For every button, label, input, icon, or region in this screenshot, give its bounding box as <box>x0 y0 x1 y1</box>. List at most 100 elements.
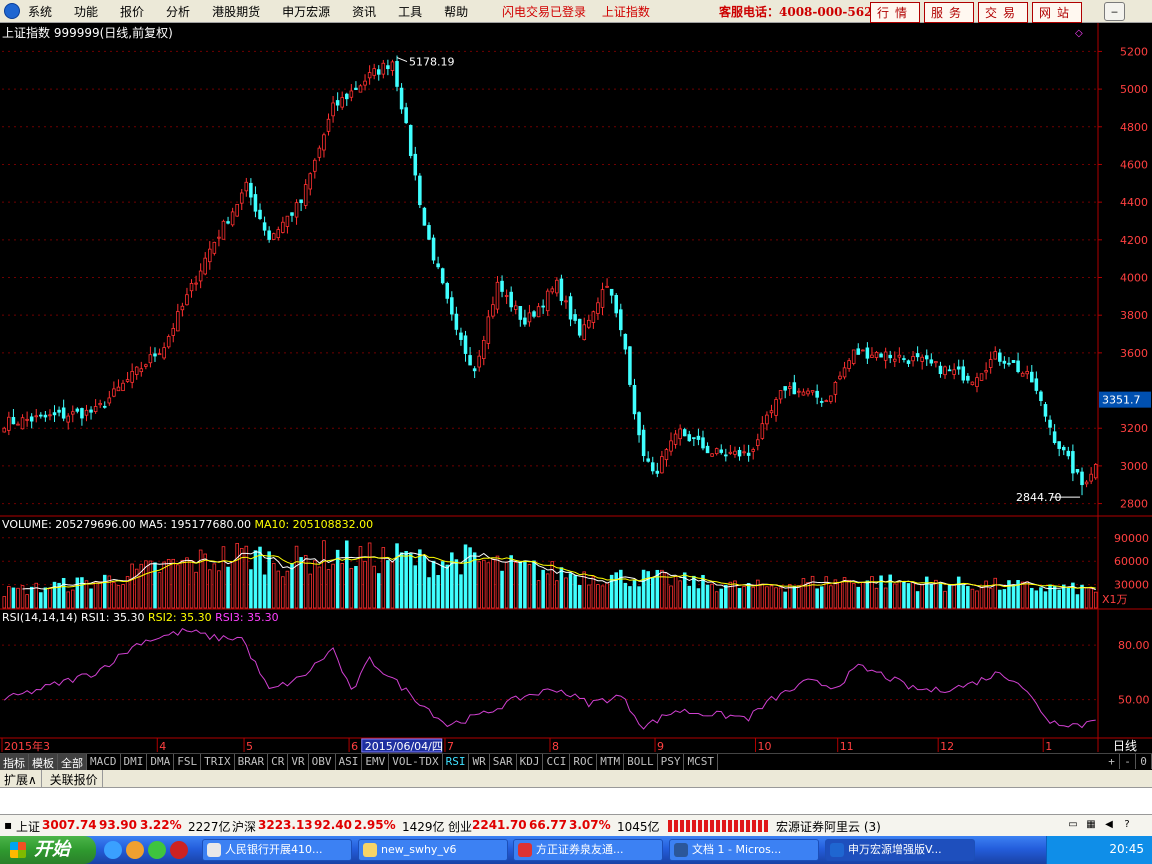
indicator-vol-tdx[interactable]: VOL-TDX <box>389 754 443 770</box>
tab-trade[interactable]: 交易 <box>978 2 1029 23</box>
candle-body <box>947 369 952 372</box>
volume-bar <box>52 581 57 609</box>
candle-body <box>952 369 956 375</box>
app-shortcut-icon[interactable] <box>170 841 188 859</box>
zoom-in-button[interactable]: + <box>1104 754 1120 769</box>
indicator-obv[interactable]: OBV <box>309 754 336 770</box>
menu-item-tools[interactable]: 工具 <box>398 3 422 20</box>
indicator-dma[interactable]: DMA <box>147 754 175 770</box>
volume-bar <box>947 584 952 609</box>
candle-body <box>856 348 861 355</box>
candle-body <box>902 358 906 360</box>
menu-item-hk-futures[interactable]: 港股期货 <box>212 3 260 20</box>
menu-item-help[interactable]: 帮助 <box>444 3 468 20</box>
menu-item-news[interactable]: 资讯 <box>352 3 376 20</box>
indicator-rsi[interactable]: RSI <box>443 754 470 770</box>
volume-bar <box>450 552 454 609</box>
sh-name[interactable]: 上证 <box>16 818 40 835</box>
indicator-kdj[interactable]: KDJ <box>517 754 544 770</box>
help-icon[interactable]: ? <box>1120 818 1134 832</box>
related-quotes-button[interactable]: 关联报价 <box>46 770 103 789</box>
volume-bar <box>692 575 696 609</box>
chart-title: 上证指数 999999(日线,前复权) <box>2 25 173 40</box>
indicator-psy[interactable]: PSY <box>658 754 685 770</box>
expand-button[interactable]: 扩展∧ <box>0 770 42 789</box>
candle-body <box>879 353 883 358</box>
candle-body <box>1034 378 1039 391</box>
volume-bar <box>486 562 491 609</box>
rsi-tick-label: 80.00 <box>1118 639 1150 652</box>
indicator-cci[interactable]: CCI <box>543 754 571 770</box>
taskbar-item-fangzheng[interactable]: 方正证券泉友通... <box>513 839 663 861</box>
candle-body <box>317 147 322 158</box>
indicator-trix[interactable]: TRIX <box>201 754 235 770</box>
candle-body <box>130 371 134 383</box>
tab-market[interactable]: 行情 <box>870 2 921 23</box>
indicator-cr[interactable]: CR <box>268 754 289 770</box>
candle-body <box>742 451 746 454</box>
menu-item-function[interactable]: 功能 <box>74 3 98 20</box>
indicator-asi[interactable]: ASI <box>336 754 363 770</box>
indicator-brar[interactable]: BRAR <box>235 754 269 770</box>
tab-website[interactable]: 网站 <box>1032 2 1083 23</box>
outlook-icon[interactable] <box>126 841 144 859</box>
candle-body <box>692 437 696 440</box>
volume-bar <box>605 582 609 609</box>
volume-bar <box>276 570 281 609</box>
candle-body <box>390 61 395 71</box>
indicator-dmi[interactable]: DMI <box>121 754 148 770</box>
broker-server[interactable]: 宏源证券阿里云 (3) <box>776 818 881 835</box>
volume-bar <box>924 576 929 609</box>
menu-item-system[interactable]: 系统 <box>28 3 52 20</box>
indicator-sar[interactable]: SAR <box>490 754 517 770</box>
volume-bar <box>737 588 742 609</box>
indicator-wr[interactable]: WR <box>469 754 490 770</box>
tab-service[interactable]: 服务 <box>924 2 975 23</box>
ie-icon[interactable] <box>104 841 122 859</box>
candle-body <box>756 439 760 446</box>
candle-body <box>1052 431 1057 444</box>
taskbar-item-swhy[interactable]: 申万宏源增强版V... <box>825 839 975 861</box>
menu-item-analysis[interactable]: 分析 <box>166 3 190 20</box>
tab-template[interactable]: 模板 <box>29 754 58 770</box>
hs-name[interactable]: 沪深 <box>232 818 256 835</box>
volume-bar <box>75 577 80 609</box>
indicator-mcst[interactable]: MCST <box>684 754 718 770</box>
indicator-vr[interactable]: VR <box>288 754 309 770</box>
volume-bar <box>938 583 943 609</box>
connection-icon[interactable]: ▦ <box>1084 818 1098 832</box>
reset-button[interactable]: 0 <box>1136 754 1152 769</box>
minimize-icon[interactable]: ‒ <box>1104 2 1125 21</box>
stock-chart[interactable]: 5200 5000 4800 4600 4400 4200 4000 3800 3600 3200… <box>0 23 1152 753</box>
media-icon[interactable] <box>148 841 166 859</box>
taskbar-item-news[interactable]: 人民银行开展410... <box>202 839 352 861</box>
indicator-emv[interactable]: EMV <box>362 754 390 770</box>
app-icon[interactable] <box>4 3 20 19</box>
volume-bar <box>89 588 93 609</box>
volume-bar <box>797 585 801 609</box>
volume-bar <box>897 580 902 609</box>
volume-bar <box>751 586 755 609</box>
sh-amount: 2227亿 <box>188 820 231 834</box>
folder-icon <box>363 843 377 857</box>
indicator-roc[interactable]: ROC <box>570 754 598 770</box>
indicator-boll[interactable]: BOLL <box>624 754 658 770</box>
taskbar-item-folder[interactable]: new_swhy_v6 <box>358 839 508 861</box>
tab-indicator[interactable]: 指标 <box>0 754 29 770</box>
message-icon[interactable]: ▭ <box>1066 818 1080 832</box>
speaker-icon[interactable]: ◀ <box>1102 818 1116 832</box>
zoom-out-button[interactable]: - <box>1120 754 1136 769</box>
cy-name[interactable]: 创业 <box>448 818 472 835</box>
candle-body <box>212 241 217 254</box>
tab-all[interactable]: 全部 <box>58 754 87 770</box>
volume-bar <box>883 587 888 609</box>
start-button[interactable]: 开始 <box>0 836 96 864</box>
indicator-macd[interactable]: MACD <box>87 754 121 770</box>
volume-bar <box>536 580 541 609</box>
taskbar-item-word[interactable]: 文档 1 - Micros... <box>669 839 819 861</box>
menu-item-swhy[interactable]: 申万宏源 <box>282 3 330 20</box>
indicator-mtm[interactable]: MTM <box>597 754 625 770</box>
menu-item-quote[interactable]: 报价 <box>120 3 144 20</box>
swhy-icon <box>830 843 844 857</box>
indicator-fsl[interactable]: FSL <box>174 754 202 770</box>
